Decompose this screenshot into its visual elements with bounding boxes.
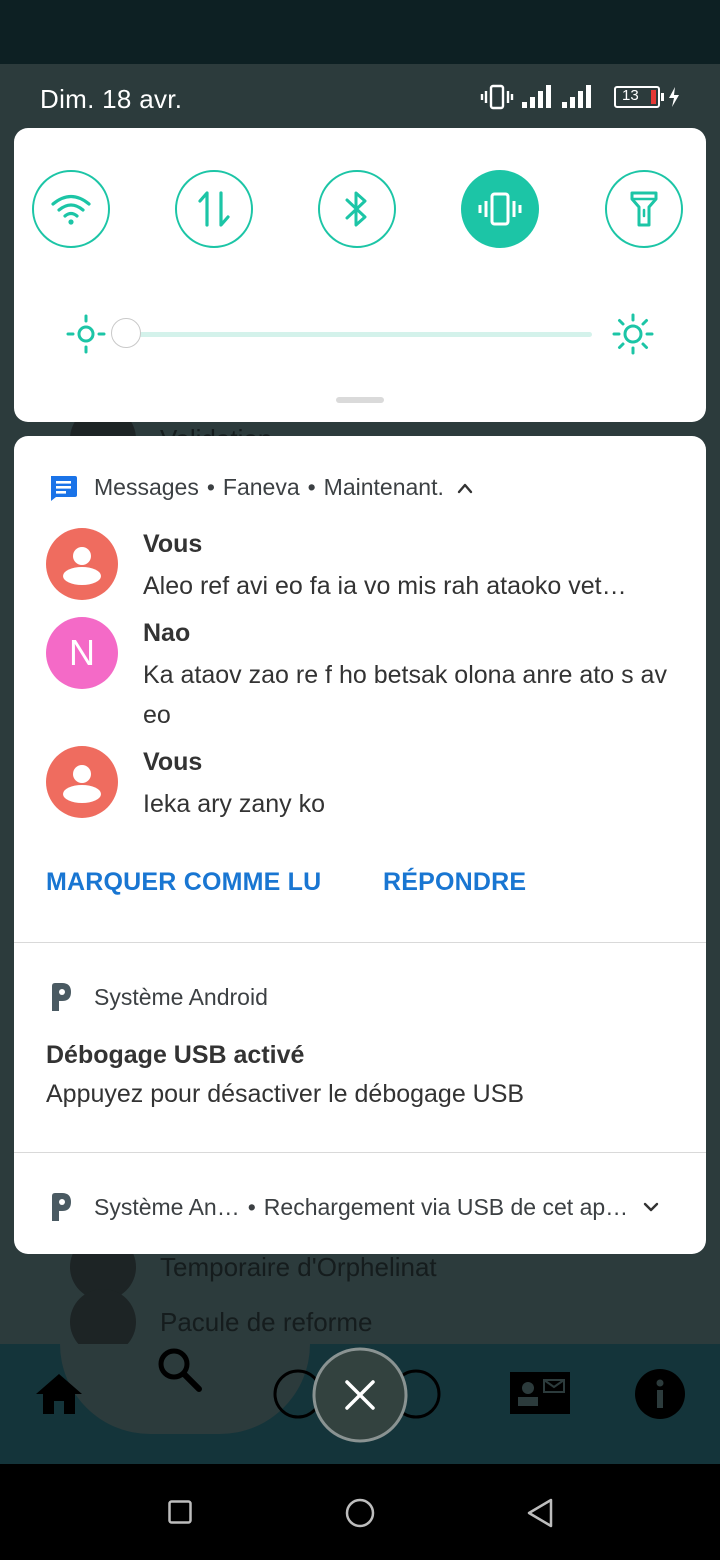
vibrate-tile[interactable] (461, 170, 539, 248)
message-sender: Nao (143, 619, 191, 647)
signal-icon (522, 85, 551, 108)
data-transfer-icon (198, 191, 230, 227)
search-icon[interactable] (154, 1344, 204, 1394)
charging-icon (669, 87, 679, 107)
android-system-icon (52, 1193, 71, 1221)
message-sender: Vous (143, 530, 203, 558)
person-icon (63, 547, 101, 585)
collapsed-system-notification[interactable]: Système An… • Rechargement via USB de ce… (48, 1192, 660, 1222)
message-item[interactable]: Vous Aleo ref avi eo fa ia vo mis rah at… (46, 528, 676, 608)
signal-icon (562, 85, 591, 108)
mark-as-read-button[interactable]: MARQUER COMME LU (46, 868, 321, 897)
home-icon[interactable] (32, 1370, 86, 1418)
avatar (46, 528, 118, 600)
brightness-slider-thumb[interactable] (111, 318, 141, 348)
wifi-tile[interactable] (32, 170, 110, 248)
message-item[interactable]: N Nao Ka ataov zao re f ho betsak olona … (46, 617, 676, 737)
divider (14, 942, 706, 943)
brightness-low-icon (66, 314, 106, 354)
system-app-name: Système An… (94, 1193, 240, 1220)
notification-card: Messages • Faneva • Maintenant. Vous Ale… (14, 436, 706, 1254)
system-navigation-bar (0, 1464, 720, 1560)
avatar (46, 746, 118, 818)
system-notification-header[interactable]: Système Android (48, 982, 268, 1012)
mobile-data-tile[interactable] (175, 170, 253, 248)
flashlight-icon (630, 191, 658, 227)
usb-debug-title[interactable]: Débogage USB activé (46, 1041, 304, 1070)
bluetooth-icon (345, 191, 367, 227)
status-icons: 13 (480, 84, 680, 110)
close-shade-button[interactable] (311, 1346, 409, 1444)
message-text: Ieka ary zany ko (143, 790, 326, 818)
chevron-up-icon[interactable] (456, 482, 474, 494)
recents-icon[interactable] (168, 1500, 192, 1524)
panel-drag-handle[interactable] (336, 397, 384, 403)
message-item[interactable]: Vous Ieka ary zany ko (46, 746, 676, 826)
chevron-down-icon[interactable] (642, 1201, 660, 1213)
message-sender: Vous (143, 748, 203, 776)
message-text: Aleo ref avi eo fa ia vo mis rah ataoko … (143, 572, 627, 600)
vibrate-icon (480, 84, 514, 110)
quick-settings-panel (14, 128, 706, 422)
messages-app-icon (51, 475, 77, 501)
wifi-icon (51, 194, 91, 225)
background-list-item: Pacule de reforme (70, 1289, 670, 1355)
battery-level: 13 (622, 87, 639, 104)
back-icon[interactable] (526, 1498, 554, 1528)
brightness-high-icon (612, 313, 654, 355)
brightness-track[interactable] (126, 332, 592, 337)
bluetooth-tile[interactable] (318, 170, 396, 248)
message-text: Ka ataov zao re f ho betsak olona anre a… (143, 661, 667, 729)
conversation-name: Faneva (222, 474, 300, 500)
status-bar: Dim. 18 avr. 13 (0, 64, 720, 130)
battery-icon: 13 (614, 86, 664, 108)
contact-card-icon[interactable] (508, 1370, 572, 1416)
home-circle-icon[interactable] (345, 1498, 375, 1528)
app-name: Messages (94, 474, 199, 500)
usb-charging-text: Rechargement via USB de cet ap… (263, 1193, 629, 1220)
top-band (0, 0, 720, 64)
status-date: Dim. 18 avr. (40, 84, 183, 114)
reply-button[interactable]: RÉPONDRE (383, 868, 526, 897)
notification-header[interactable]: Messages • Faneva • Maintenant. (48, 474, 474, 501)
vibrate-icon (478, 192, 522, 226)
divider (14, 1152, 706, 1153)
android-system-icon (52, 983, 71, 1011)
avatar: N (46, 617, 118, 689)
usb-debug-text[interactable]: Appuyez pour désactiver le débogage USB (46, 1080, 524, 1109)
person-icon (63, 765, 101, 803)
flashlight-tile[interactable] (605, 170, 683, 248)
system-app-name: Système Android (94, 983, 268, 1010)
info-icon[interactable] (634, 1368, 686, 1420)
notification-time: Maintenant. (323, 474, 444, 500)
